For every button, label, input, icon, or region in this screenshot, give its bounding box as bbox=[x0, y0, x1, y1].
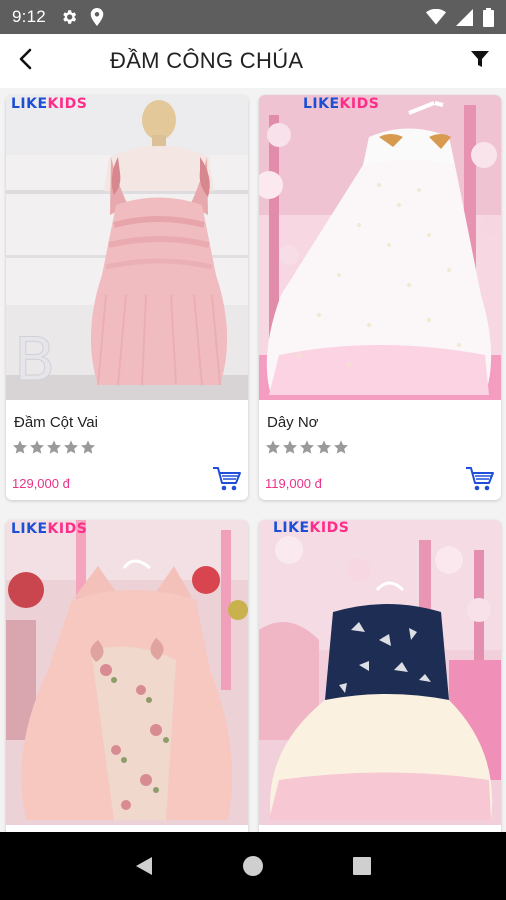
wifi-icon bbox=[426, 9, 446, 25]
add-to-cart-button[interactable] bbox=[465, 464, 495, 494]
card-body bbox=[259, 825, 501, 832]
product-name: Dây Nơ bbox=[267, 414, 319, 431]
star-icon bbox=[266, 440, 280, 454]
product-price: 119,000 đ bbox=[265, 476, 322, 491]
app-screen: 9:12 ĐẦM CÔNG CHÚA B LIKEKIDS Đầm Cột Va… bbox=[0, 0, 506, 900]
card-body bbox=[6, 825, 248, 832]
app-header: ĐẦM CÔNG CHÚA bbox=[0, 34, 506, 88]
star-icon bbox=[81, 440, 95, 454]
status-system-icons bbox=[426, 7, 494, 27]
brand-logo: LIKEKIDS bbox=[303, 96, 380, 112]
status-time: 9:12 bbox=[12, 7, 46, 26]
star-icon bbox=[283, 440, 297, 454]
brand-logo: LIKEKIDS bbox=[273, 520, 350, 536]
product-card[interactable]: LIKEKIDS bbox=[6, 520, 248, 832]
nav-recents-button[interactable] bbox=[342, 846, 382, 886]
brand-logo: LIKEKIDS bbox=[11, 96, 88, 112]
gear-icon bbox=[60, 8, 78, 26]
star-icon bbox=[64, 440, 78, 454]
nav-home-button[interactable] bbox=[233, 846, 273, 886]
star-icon bbox=[13, 440, 27, 454]
product-image: B LIKEKIDS bbox=[6, 95, 248, 400]
star-icon bbox=[30, 440, 44, 454]
product-card[interactable]: LIKEKIDS Dây Nơ 119,000 đ bbox=[259, 95, 501, 500]
signal-icon bbox=[456, 8, 473, 26]
filter-button[interactable] bbox=[466, 47, 494, 75]
system-nav-bar bbox=[0, 832, 506, 900]
recents-square-icon bbox=[352, 857, 371, 875]
product-card[interactable]: B LIKEKIDS Đầm Cột Vai 129,000 đ bbox=[6, 95, 248, 500]
product-card[interactable]: LIKEKIDS bbox=[259, 520, 501, 832]
status-bar: 9:12 bbox=[0, 0, 506, 34]
cart-icon bbox=[466, 467, 494, 491]
cart-icon bbox=[213, 467, 241, 491]
add-to-cart-button[interactable] bbox=[212, 464, 242, 494]
brand-logo: LIKEKIDS bbox=[11, 521, 88, 537]
filter-icon bbox=[471, 50, 489, 73]
svg-text:B: B bbox=[14, 325, 55, 395]
back-button[interactable] bbox=[0, 34, 52, 88]
rating-stars bbox=[12, 439, 96, 455]
star-icon bbox=[317, 440, 331, 454]
battery-icon bbox=[483, 7, 494, 27]
home-circle-icon bbox=[242, 856, 263, 876]
status-notification-icons bbox=[60, 8, 104, 26]
back-triangle-icon bbox=[136, 857, 153, 875]
product-name: Đầm Cột Vai bbox=[14, 414, 98, 431]
product-image: LIKEKIDS bbox=[6, 520, 248, 825]
product-image: LIKEKIDS bbox=[259, 95, 501, 400]
star-icon bbox=[300, 440, 314, 454]
chevron-left-icon bbox=[18, 48, 34, 75]
rating-stars bbox=[265, 439, 349, 455]
page-title: ĐẦM CÔNG CHÚA bbox=[110, 48, 304, 73]
star-icon bbox=[334, 440, 348, 454]
product-grid: B LIKEKIDS Đầm Cột Vai 129,000 đ LIKEKID… bbox=[0, 88, 506, 832]
product-price: 129,000 đ bbox=[12, 476, 70, 491]
card-body: Đầm Cột Vai 129,000 đ bbox=[6, 400, 248, 500]
nav-back-button[interactable] bbox=[124, 846, 164, 886]
product-image: LIKEKIDS bbox=[259, 520, 501, 825]
card-body: Dây Nơ 119,000 đ bbox=[259, 400, 501, 500]
location-icon bbox=[90, 8, 104, 26]
star-icon bbox=[47, 440, 61, 454]
